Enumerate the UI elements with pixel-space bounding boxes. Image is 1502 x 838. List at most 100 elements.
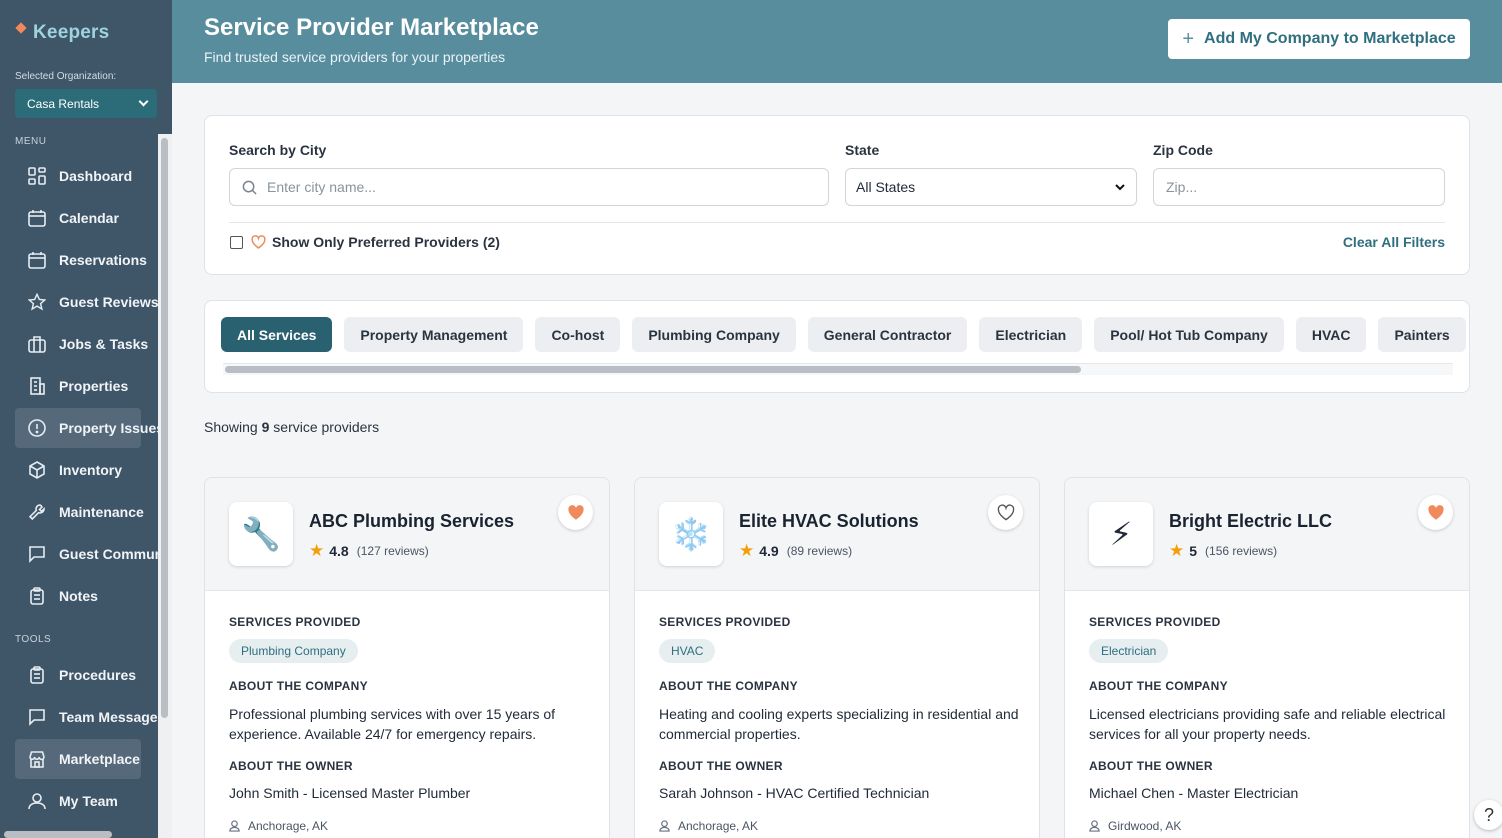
- zip-input[interactable]: Zip...: [1153, 168, 1445, 206]
- sidebar-item-calendar[interactable]: Calendar: [15, 198, 165, 238]
- org-select[interactable]: Casa Rentals: [15, 89, 157, 118]
- user-pin-icon: [659, 820, 670, 832]
- sidebar-item-properties[interactable]: Properties: [15, 366, 165, 406]
- add-company-label: Add My Company to Marketplace: [1204, 30, 1456, 47]
- provider-card[interactable]: 🔧 ABC Plumbing Services ★ 4.8 (127 revie…: [204, 477, 610, 838]
- review-count: (156 reviews): [1205, 544, 1278, 558]
- zip-placeholder: Zip...: [1166, 179, 1198, 195]
- building-icon: [27, 376, 47, 396]
- about-company-heading: ABOUT THE COMPANY: [659, 679, 798, 693]
- sidebar-item-label: Reservations: [59, 252, 147, 268]
- favorite-button[interactable]: [1418, 495, 1453, 530]
- about-owner-heading: ABOUT THE OWNER: [1089, 759, 1213, 773]
- wrench-icon: 🔧: [229, 502, 293, 566]
- user-pin-icon: [1089, 820, 1100, 832]
- sidebar-item-procedures[interactable]: Procedures: [15, 655, 165, 695]
- sidebar-item-jobs-tasks[interactable]: Jobs & Tasks: [15, 324, 165, 364]
- services-heading: SERVICES PROVIDED: [659, 615, 791, 629]
- location-text: Anchorage, AK: [248, 819, 329, 833]
- tab-co-host[interactable]: Co-host: [535, 317, 621, 352]
- service-tag: HVAC: [659, 639, 716, 663]
- chevron-down-icon: [138, 96, 149, 107]
- tab-all-services[interactable]: All Services: [221, 317, 333, 352]
- sidebar-item-reservations[interactable]: Reservations: [15, 240, 165, 280]
- favorite-button[interactable]: [558, 495, 593, 530]
- sidebar-item-guest-reviews[interactable]: Guest Reviews: [15, 282, 165, 322]
- box-icon: [27, 460, 47, 480]
- org-label: Selected Organization:: [15, 71, 117, 82]
- services-heading: SERVICES PROVIDED: [1089, 615, 1221, 629]
- results-number: 9: [261, 419, 270, 435]
- card-header: 🔧 ABC Plumbing Services ★ 4.8 (127 revie…: [205, 478, 609, 591]
- about-company-heading: ABOUT THE COMPANY: [1089, 679, 1228, 693]
- sidebar-item-label: Inventory: [59, 462, 123, 478]
- heart-filled-icon: [1427, 504, 1445, 521]
- alert-circle-icon: [27, 418, 47, 438]
- heart-filled-icon: [567, 504, 585, 521]
- preferred-filter[interactable]: Show Only Preferred Providers (2): [230, 234, 500, 250]
- city-search-input[interactable]: Enter city name...: [229, 168, 829, 206]
- provider-card[interactable]: ⚡ Bright Electric LLC ★ 5 (156 reviews) …: [1064, 477, 1470, 838]
- provider-name[interactable]: Bright Electric LLC: [1169, 511, 1332, 532]
- rating-value: 5: [1189, 543, 1198, 559]
- tab-electrician[interactable]: Electrician: [979, 317, 1083, 352]
- provider-name[interactable]: Elite HVAC Solutions: [739, 511, 919, 532]
- add-company-button[interactable]: + Add My Company to Marketplace: [1168, 19, 1470, 59]
- sidebar-item-property-issues[interactable]: Property Issues: [15, 408, 164, 448]
- provider-location: Anchorage, AK: [229, 819, 328, 833]
- about-company-heading: ABOUT THE COMPANY: [229, 679, 368, 693]
- plus-icon: +: [1182, 27, 1195, 50]
- clear-filters-link[interactable]: Clear All Filters: [1343, 234, 1445, 250]
- provider-card[interactable]: ❄️ Elite HVAC Solutions ★ 4.9 (89 review…: [634, 477, 1040, 838]
- zip-label: Zip Code: [1153, 142, 1213, 158]
- sidebar-item-label: Properties: [59, 378, 129, 394]
- results-prefix: Showing: [204, 419, 258, 435]
- provider-name[interactable]: ABC Plumbing Services: [309, 511, 514, 532]
- tab-hvac[interactable]: HVAC: [1295, 317, 1367, 352]
- tabs-scrollbar[interactable]: [223, 363, 1453, 375]
- tab-general-contractor[interactable]: General Contractor: [807, 317, 968, 352]
- scrollbar-thumb[interactable]: [161, 138, 168, 718]
- page-header: Service Provider Marketplace Find truste…: [172, 0, 1502, 83]
- sidebar-item-my-team[interactable]: My Team: [15, 781, 165, 821]
- scrollbar-thumb[interactable]: [225, 366, 1081, 373]
- sidebar-item-inventory[interactable]: Inventory: [15, 450, 165, 490]
- sidebar-scrollbar[interactable]: [158, 134, 172, 838]
- sidebar-item-label: Guest Reviews: [59, 294, 159, 310]
- rating-value: 4.9: [759, 543, 779, 559]
- category-tabs: All Services Property Management Co-host…: [204, 300, 1470, 393]
- page-subtitle: Find trusted service providers for your …: [204, 49, 506, 65]
- provider-rating: ★ 5 (156 reviews): [1169, 541, 1277, 561]
- star-icon: ★: [1169, 541, 1185, 560]
- tab-pool-hot-tub[interactable]: Pool/ Hot Tub Company: [1094, 317, 1284, 352]
- chat-icon: [27, 707, 47, 727]
- sidebar-item-dashboard[interactable]: Dashboard: [15, 156, 165, 196]
- filter-panel: Search by City Enter city name... State …: [204, 115, 1470, 275]
- preferred-checkbox[interactable]: [230, 235, 243, 249]
- sidebar-item-guest-communication[interactable]: Guest Communication: [15, 534, 172, 574]
- state-select[interactable]: All States: [845, 168, 1137, 206]
- tab-painters[interactable]: Painters: [1378, 317, 1466, 352]
- help-button[interactable]: ?: [1474, 800, 1502, 830]
- city-label: Search by City: [229, 142, 327, 158]
- lightning-icon: ⚡: [1089, 502, 1153, 566]
- tab-plumbing-company[interactable]: Plumbing Company: [632, 317, 796, 352]
- sidebar-item-label: Jobs & Tasks: [59, 336, 149, 352]
- briefcase-icon: [27, 334, 47, 354]
- about-owner-heading: ABOUT THE OWNER: [659, 759, 783, 773]
- sidebar-horizontal-scrollbar[interactable]: [4, 831, 112, 838]
- sidebar-item-maintenance[interactable]: Maintenance: [15, 492, 165, 532]
- clipboard-icon: [27, 665, 47, 685]
- users-icon: [27, 791, 47, 811]
- sidebar-item-marketplace[interactable]: Marketplace: [15, 739, 141, 779]
- sidebar-item-label: Team Messages: [59, 709, 166, 725]
- sidebar-item-team-messages[interactable]: Team Messages: [15, 697, 165, 737]
- tab-property-management[interactable]: Property Management: [344, 317, 524, 352]
- sidebar-item-notes[interactable]: Notes: [15, 576, 165, 616]
- service-tag: Electrician: [1089, 639, 1169, 663]
- favorite-button[interactable]: [988, 495, 1023, 530]
- user-pin-icon: [229, 820, 240, 832]
- card-header: ❄️ Elite HVAC Solutions ★ 4.9 (89 review…: [635, 478, 1039, 591]
- app-logo[interactable]: Keepers: [15, 22, 109, 44]
- divider: [229, 222, 1445, 223]
